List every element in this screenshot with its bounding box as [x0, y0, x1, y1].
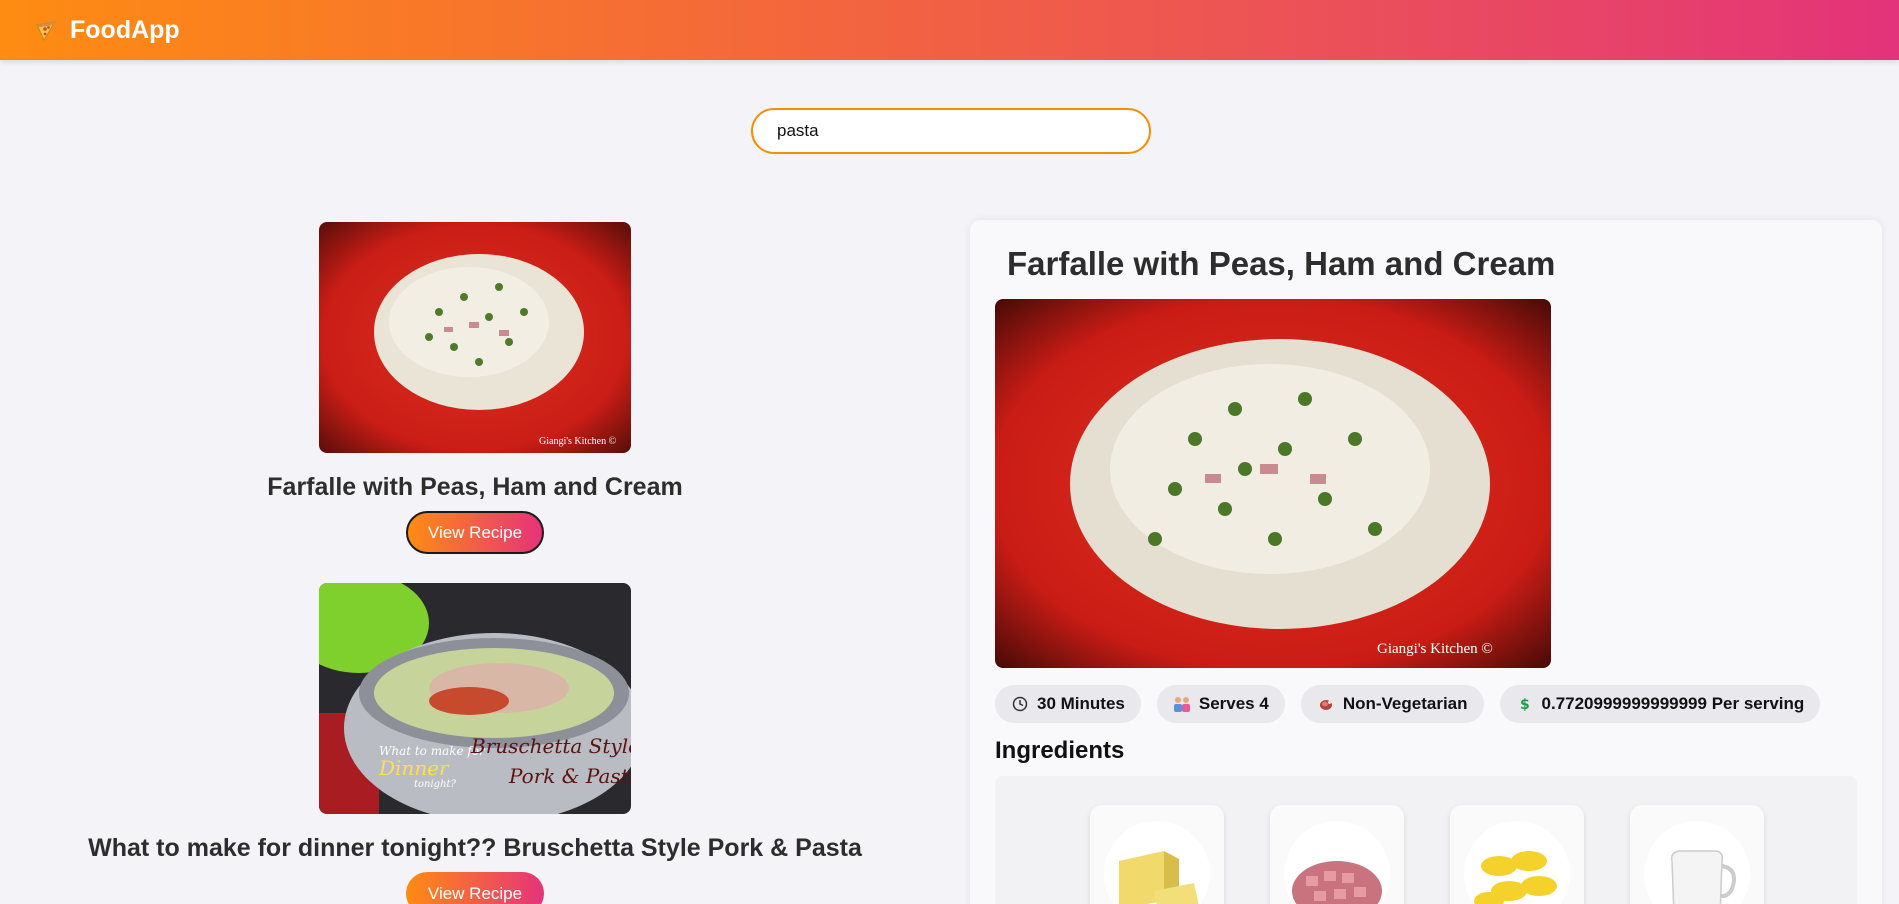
cream-pitcher-image [1644, 821, 1750, 904]
recipe-detail-panel: Farfalle with Peas, Ham and Cream Giangi… [970, 220, 1882, 904]
cook-time-text: 30 Minutes [1037, 694, 1125, 713]
recipe-info-chips: 30 Minutes Serves 4 Non-Vegetarian $ 0.7… [995, 685, 1821, 723]
thumbnail-text: tonight? [414, 779, 457, 790]
ingredient-card[interactable] [1270, 805, 1404, 904]
recipe-title: Farfalle with Peas, Ham and Cream [267, 473, 683, 501]
clock-icon [1011, 695, 1029, 713]
recipe-thumbnail[interactable]: Giangi's Kitchen © [319, 222, 631, 453]
ingredient-card[interactable] [1630, 805, 1764, 904]
recipe-card: What to make for Dinner tonight? Brusche… [75, 583, 875, 904]
people-icon [1173, 695, 1191, 713]
ham-image [1284, 821, 1390, 904]
recipe-card: Giangi's Kitchen © Farfalle with Peas, H… [267, 222, 683, 554]
thumbnail-text: Bruschetta Style [470, 734, 631, 758]
farfalle-image [1464, 821, 1570, 904]
diet-text: Non-Vegetarian [1342, 694, 1468, 713]
hero-watermark: Giangi's Kitchen © [1377, 641, 1493, 657]
ingredient-card[interactable] [1450, 805, 1584, 904]
servings-text: Serves 4 [1198, 694, 1269, 713]
ingredients-list [995, 776, 1857, 904]
recipe-thumbnail[interactable]: What to make for Dinner tonight? Brusche… [319, 583, 631, 814]
price-text: 0.7720999999999999 Per serving [1541, 694, 1805, 713]
diet-chip: Non-Vegetarian [1300, 685, 1484, 723]
thumbnail-text: Pork & Pasta [508, 764, 631, 788]
search-input[interactable] [751, 108, 1151, 154]
view-recipe-button[interactable]: View Recipe [406, 872, 544, 904]
ingredient-card[interactable] [1090, 805, 1224, 904]
view-recipe-button[interactable]: View Recipe [406, 511, 544, 554]
cook-time-chip: 30 Minutes [995, 685, 1141, 723]
thumbnail-watermark: Giangi's Kitchen © [539, 436, 617, 447]
meat-icon [1317, 695, 1335, 713]
butter-image [1104, 821, 1210, 904]
recipe-title: What to make for dinner tonight?? Brusch… [88, 834, 862, 862]
brand-logo[interactable]: FoodApp [34, 16, 180, 45]
svg-text:$: $ [1520, 697, 1530, 712]
app-name: FoodApp [70, 15, 180, 44]
servings-chip: Serves 4 [1156, 685, 1285, 723]
price-chip: $ 0.7720999999999999 Per serving [1499, 685, 1821, 723]
ingredients-heading: Ingredients [995, 737, 1125, 764]
top-navbar: FoodApp [0, 0, 1899, 60]
recipe-hero-image: Giangi's Kitchen © [995, 299, 1551, 668]
recipe-detail-title: Farfalle with Peas, Ham and Cream [1007, 245, 1556, 282]
thumbnail-text: Dinner [378, 756, 450, 780]
dollar-icon: $ [1516, 695, 1534, 713]
pizza-icon [36, 21, 57, 42]
